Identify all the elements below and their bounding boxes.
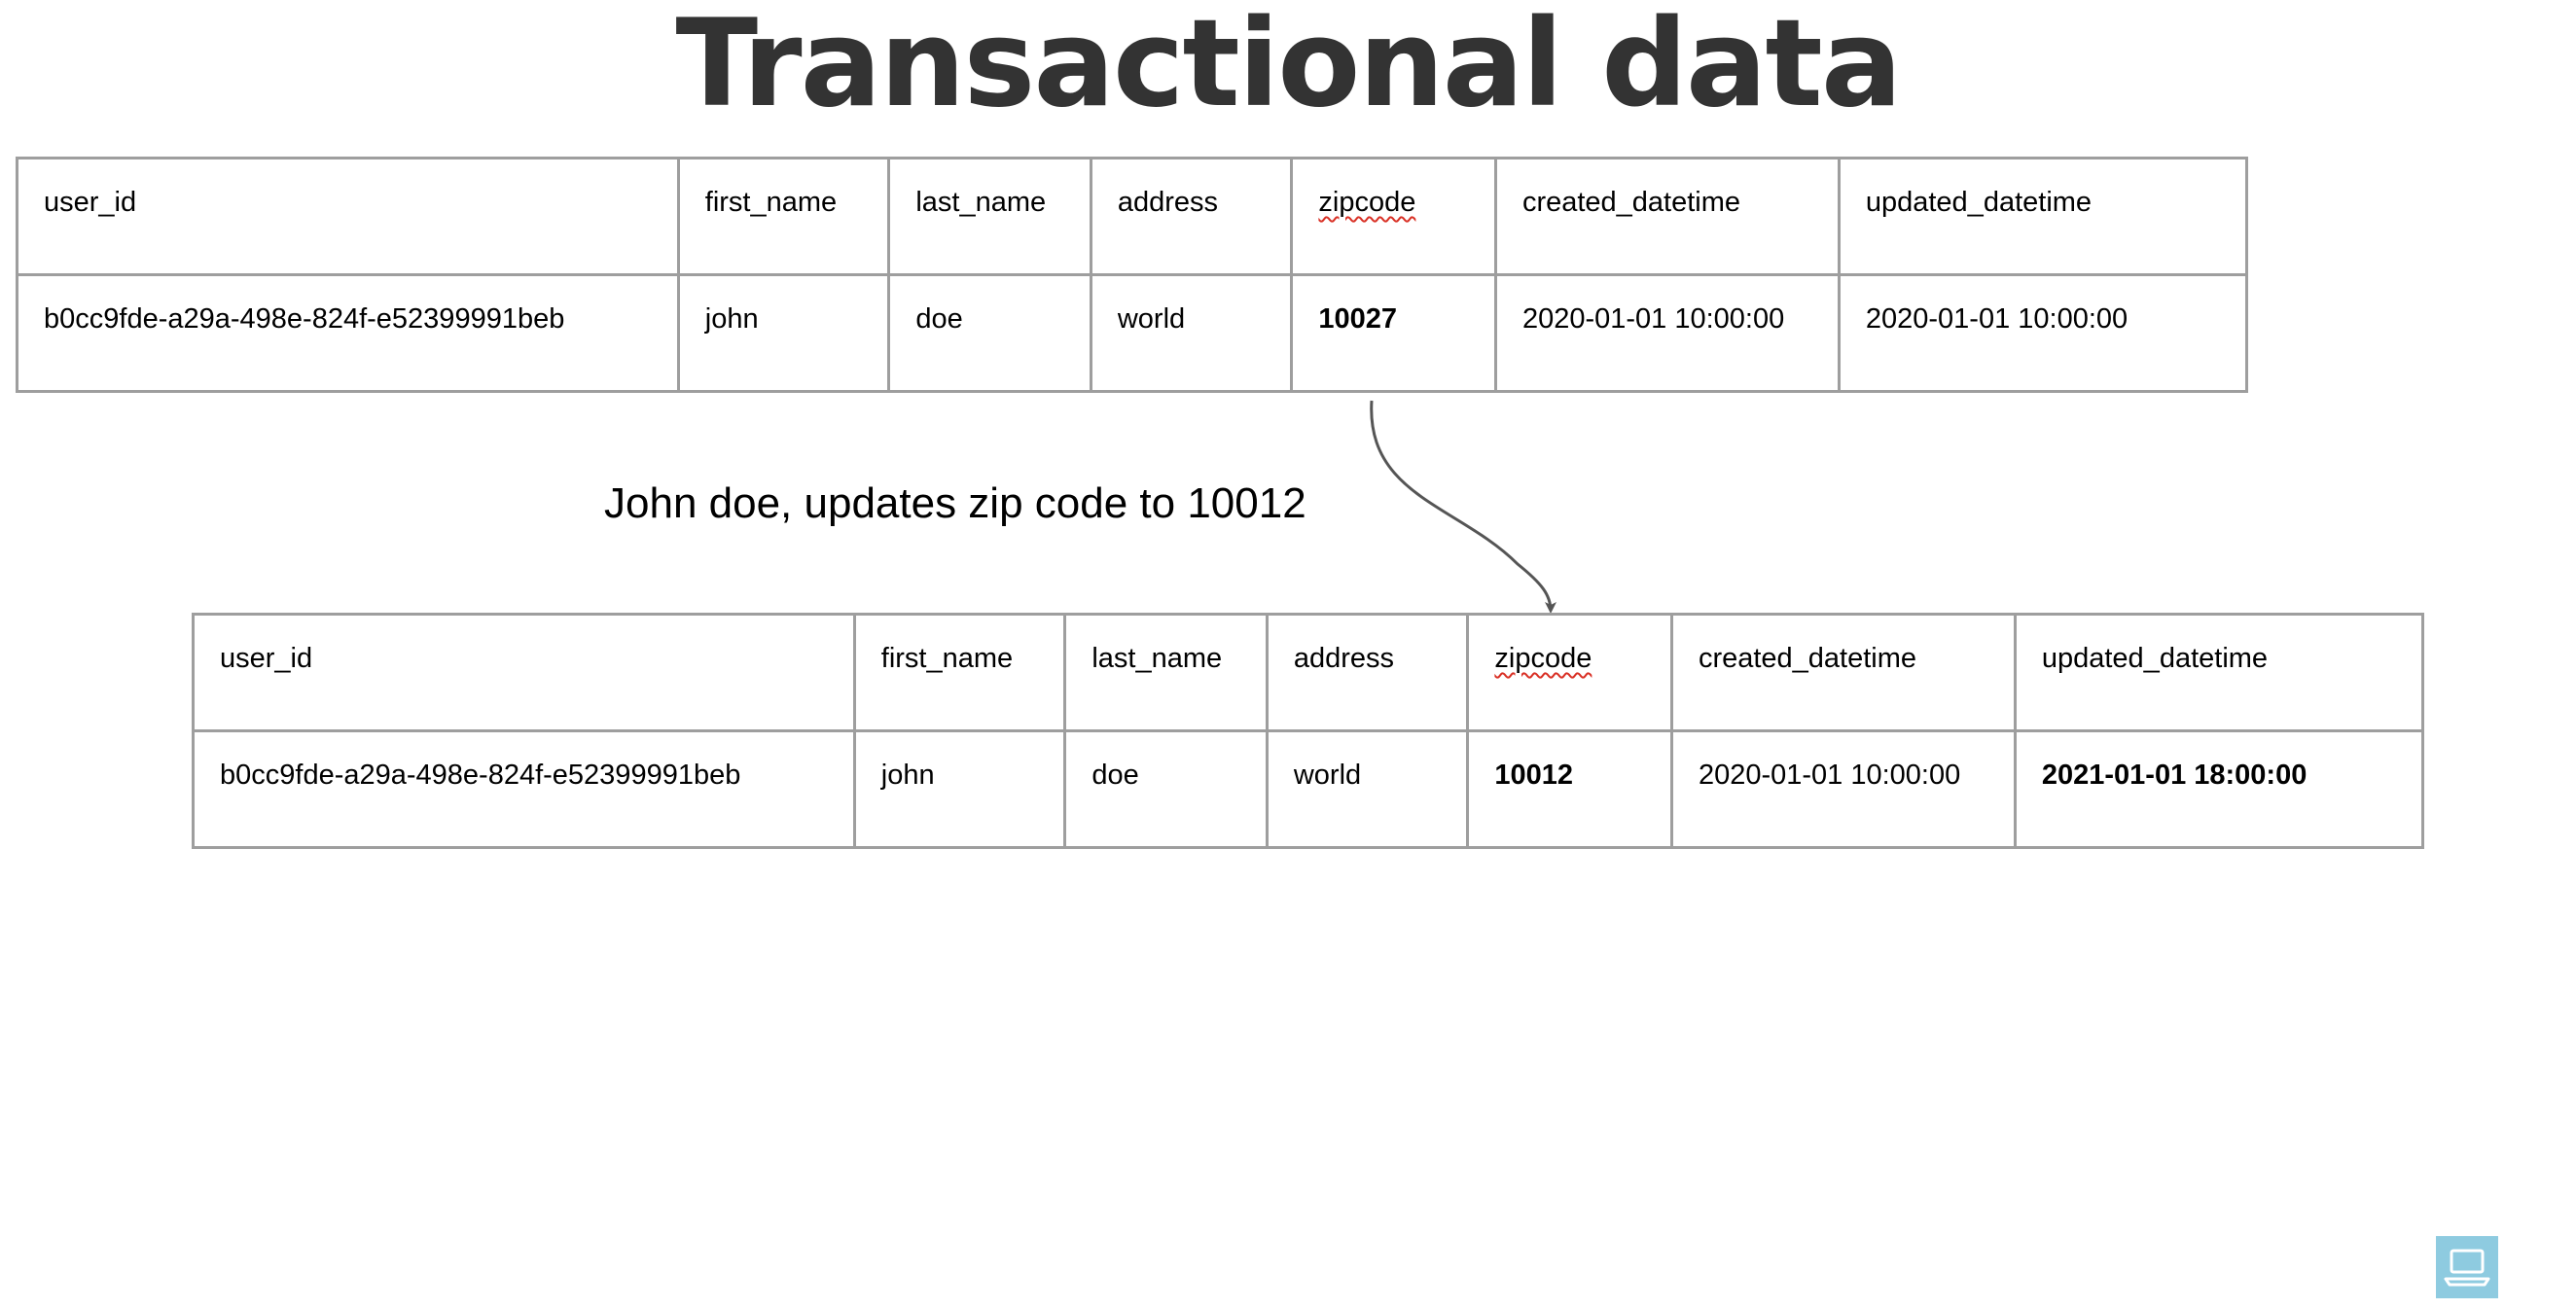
header-cell-created-datetime: created_datetime (1493, 157, 1841, 276)
update-annotation: John doe, updates zip code to 10012 (604, 479, 1306, 527)
header-cell-user-id: user_id (16, 157, 680, 276)
header-label-zipcode: zipcode (1318, 187, 1416, 218)
header-cell-address: address (1265, 613, 1470, 732)
header-cell-created-datetime: created_datetime (1669, 613, 2017, 732)
header-cell-user-id: user_id (192, 613, 856, 732)
header-cell-zipcode: zipcode (1466, 613, 1673, 732)
cell-address: world (1089, 273, 1294, 393)
header-cell-address: address (1089, 157, 1294, 276)
header-cell-first-name: first_name (852, 613, 1067, 732)
header-label-zipcode: zipcode (1494, 643, 1592, 674)
table-row: b0cc9fde-a29a-498e-824f-e52399991beb joh… (192, 729, 2425, 849)
cell-first-name: john (852, 729, 1067, 849)
cell-user-id: b0cc9fde-a29a-498e-824f-e52399991beb (16, 273, 680, 393)
cell-zipcode: 10012 (1466, 729, 1673, 849)
header-cell-updated-datetime: updated_datetime (2013, 613, 2425, 732)
table-after: user_id first_name last_name address zip… (192, 613, 2425, 849)
header-cell-last-name: last_name (1063, 613, 1269, 732)
cell-address: world (1265, 729, 1470, 849)
cell-user-id: b0cc9fde-a29a-498e-824f-e52399991beb (192, 729, 856, 849)
cell-updated-datetime: 2020-01-01 10:00:00 (1837, 273, 2249, 393)
table-header-row: user_id first_name last_name address zip… (16, 157, 2249, 276)
laptop-icon[interactable] (2436, 1236, 2498, 1298)
cell-last-name: doe (1063, 729, 1269, 849)
cell-zipcode: 10027 (1290, 273, 1497, 393)
cell-created-datetime: 2020-01-01 10:00:00 (1669, 729, 2017, 849)
header-cell-updated-datetime: updated_datetime (1837, 157, 2249, 276)
table-row: b0cc9fde-a29a-498e-824f-e52399991beb joh… (16, 273, 2249, 393)
cell-first-name: john (676, 273, 891, 393)
table-header-row: user_id first_name last_name address zip… (192, 613, 2425, 732)
header-cell-last-name: last_name (887, 157, 1092, 276)
cell-updated-datetime: 2021-01-01 18:00:00 (2013, 729, 2425, 849)
header-cell-zipcode: zipcode (1290, 157, 1497, 276)
cell-created-datetime: 2020-01-01 10:00:00 (1493, 273, 1841, 393)
cell-last-name: doe (887, 273, 1092, 393)
table-before: user_id first_name last_name address zip… (16, 157, 2249, 393)
header-cell-first-name: first_name (676, 157, 891, 276)
page-title: Transactional data (675, 0, 1902, 134)
